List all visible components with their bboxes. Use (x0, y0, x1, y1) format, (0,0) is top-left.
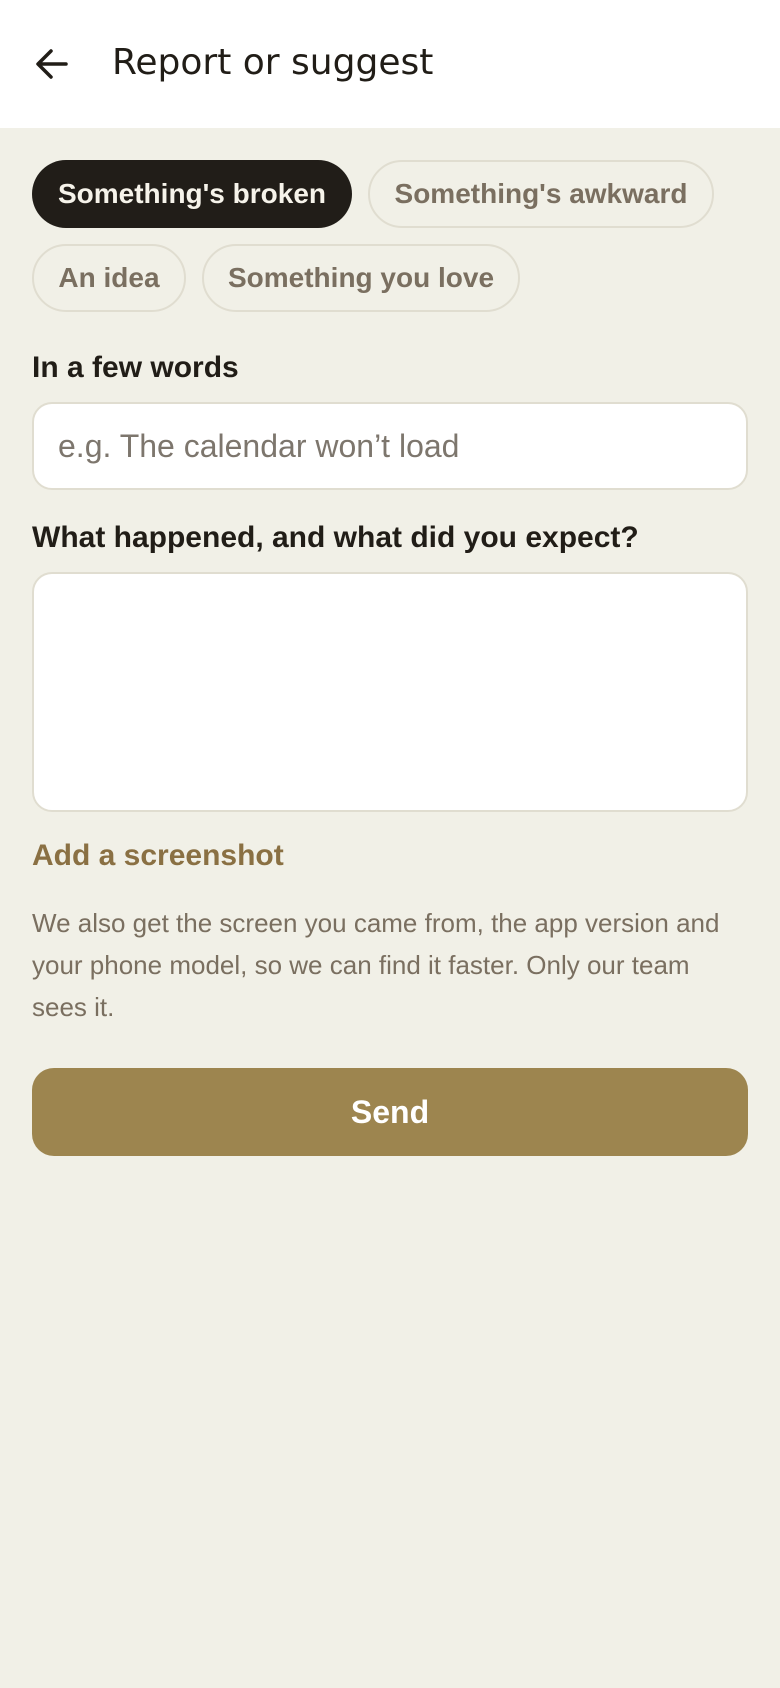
arrow-back-icon (36, 49, 68, 79)
add-screenshot-button[interactable]: Add a screenshot (32, 838, 284, 874)
category-chip-idea[interactable]: An idea (32, 244, 186, 312)
app-bar: Report or suggest (0, 0, 780, 128)
details-textarea[interactable] (32, 572, 748, 812)
category-chip-awkward[interactable]: Something's awkward (368, 160, 714, 228)
send-button[interactable]: Send (32, 1068, 748, 1156)
summary-label: In a few words (32, 351, 239, 384)
privacy-note: We also get the screen you came from, th… (32, 908, 720, 1022)
details-label: What happened, and what did you expect? (32, 521, 639, 554)
page-title: Report or suggest (112, 42, 434, 83)
category-chip-love[interactable]: Something you love (202, 244, 520, 312)
category-chip-broken[interactable]: Something's broken (32, 160, 352, 228)
summary-input[interactable] (32, 402, 748, 490)
back-button[interactable] (26, 36, 78, 92)
